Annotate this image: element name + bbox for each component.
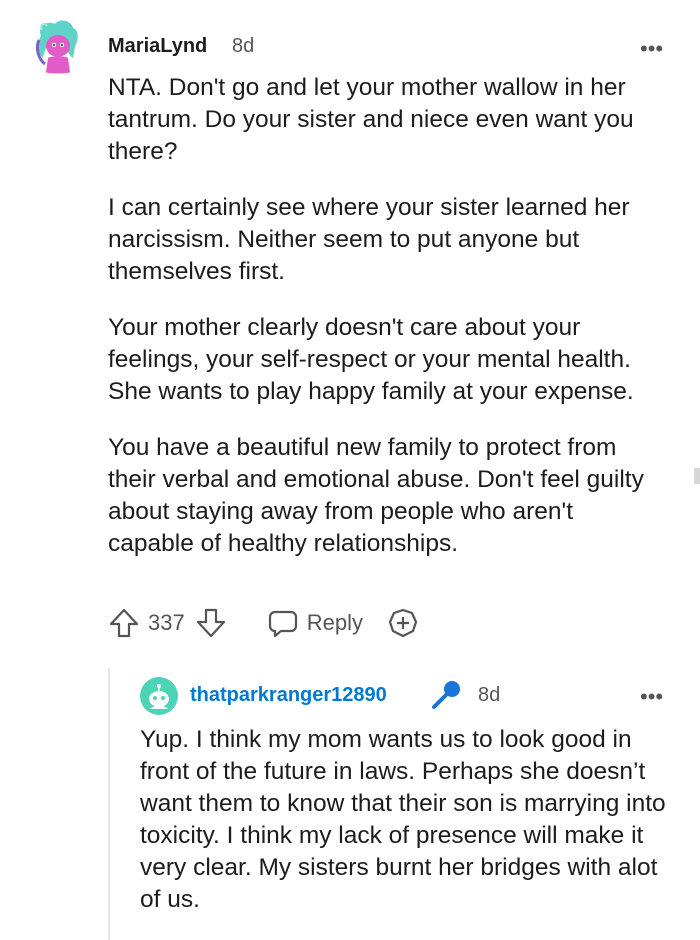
reply-label: Reply xyxy=(306,610,363,635)
comment-paragraph: Yup. I think my mom wants us to look goo… xyxy=(140,726,666,913)
comment-age: 8d xyxy=(478,684,501,706)
snoo-avatar-icon xyxy=(35,20,78,74)
award-plus-icon[interactable] xyxy=(387,607,419,639)
more-options-button[interactable]: ••• xyxy=(640,686,663,708)
more-options-button[interactable]: ••• xyxy=(640,38,663,60)
comment-age: 8d xyxy=(232,35,255,57)
comment-paragraph: You have a beautiful new family to prote… xyxy=(108,434,644,557)
scrollbar-thumb[interactable] xyxy=(694,468,700,484)
avatar[interactable] xyxy=(33,18,81,76)
speech-bubble-icon xyxy=(267,607,299,639)
comment-paragraph: Your mother clearly doesn't care about y… xyxy=(108,314,634,405)
vote-count: 337 xyxy=(148,610,185,635)
avatar[interactable] xyxy=(140,677,178,715)
comment-username[interactable]: thatparkranger12890 xyxy=(190,684,387,707)
microphone-icon xyxy=(428,678,464,714)
comment-username[interactable]: MariaLynd xyxy=(108,35,207,58)
comment-actions: 337 Reply xyxy=(108,606,419,640)
comment-paragraph: I can certainly see where your sister le… xyxy=(108,194,630,285)
comment-body: NTA. Don't go and let your mother wallow… xyxy=(108,72,658,560)
reply-button[interactable]: Reply xyxy=(267,607,363,639)
comment-paragraph: NTA. Don't go and let your mother wallow… xyxy=(108,74,634,165)
snoo-avatar-icon xyxy=(149,684,169,709)
upvote-icon[interactable] xyxy=(108,607,140,639)
downvote-icon[interactable] xyxy=(195,607,227,639)
thread-line[interactable] xyxy=(108,668,110,940)
comment-body: Yup. I think my mom wants us to look goo… xyxy=(140,724,670,916)
